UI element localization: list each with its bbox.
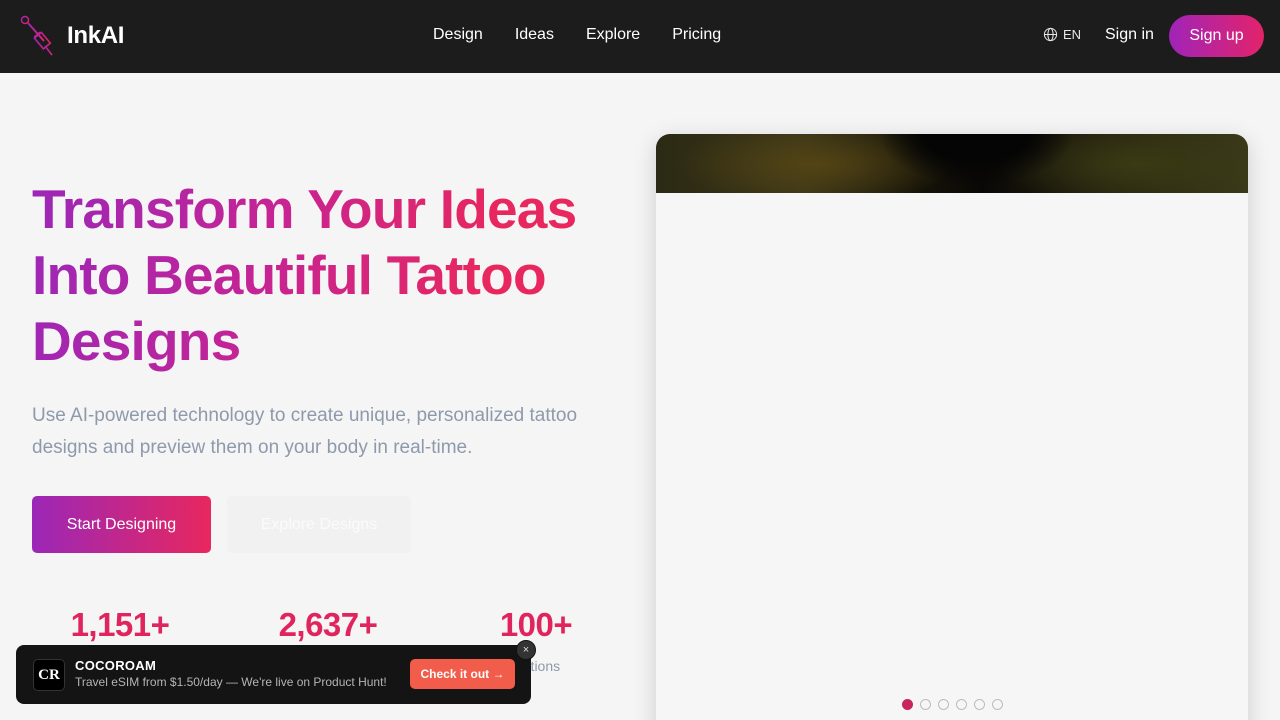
- hero-title: Transform Your Ideas Into Beautiful Tatt…: [32, 176, 632, 374]
- carousel-dot-6[interactable]: [992, 699, 1003, 710]
- start-designing-button[interactable]: Start Designing: [32, 496, 211, 553]
- nav-link-ideas[interactable]: Ideas: [515, 25, 554, 45]
- nav-link-design[interactable]: Design: [433, 25, 483, 45]
- top-nav: InkAI Design Ideas Explore Pricing EN Si…: [0, 0, 1280, 73]
- hero-subtitle: Use AI-powered technology to create uniq…: [32, 405, 578, 458]
- carousel-dot-5[interactable]: [974, 699, 985, 710]
- promo-description: Travel eSIM from $1.50/day — We're live …: [75, 675, 387, 689]
- language-code: EN: [1063, 27, 1082, 42]
- promo-banner: CR COCOROAM Travel eSIM from $1.50/day —…: [16, 640, 536, 704]
- promo-check-it-out-button[interactable]: Check it out →: [410, 659, 515, 689]
- primary-nav: Design Ideas Explore Pricing: [433, 25, 721, 45]
- stat-value: 2,637+: [278, 606, 378, 643]
- carousel-dot-4[interactable]: [956, 699, 967, 710]
- globe-icon: [1043, 27, 1058, 42]
- close-icon[interactable]: ×: [516, 640, 536, 660]
- nav-link-explore[interactable]: Explore: [586, 25, 640, 45]
- promo-logo: CR: [33, 659, 65, 691]
- carousel-dot-3[interactable]: [938, 699, 949, 710]
- nav-link-pricing[interactable]: Pricing: [672, 25, 721, 45]
- carousel-dot-2[interactable]: [920, 699, 931, 710]
- carousel-dot-1[interactable]: [902, 699, 913, 710]
- explore-designs-button[interactable]: Explore Designs: [227, 496, 411, 553]
- stat-value: 1,151+: [70, 606, 170, 643]
- sign-up-button[interactable]: Sign up: [1169, 15, 1264, 57]
- stat-value: 100+: [499, 606, 573, 643]
- brand-name: InkAI: [67, 22, 125, 49]
- brand-logo[interactable]: InkAI: [20, 15, 124, 57]
- language-selector[interactable]: EN: [1043, 27, 1081, 42]
- carousel-dots: [902, 699, 1010, 710]
- tattoo-needle-icon: [20, 15, 53, 56]
- promo-name: COCOROAM: [75, 658, 157, 673]
- preview-image: [656, 134, 1248, 193]
- sign-in-link[interactable]: Sign in: [1105, 25, 1154, 45]
- tattoo-preview-carousel: [656, 134, 1248, 720]
